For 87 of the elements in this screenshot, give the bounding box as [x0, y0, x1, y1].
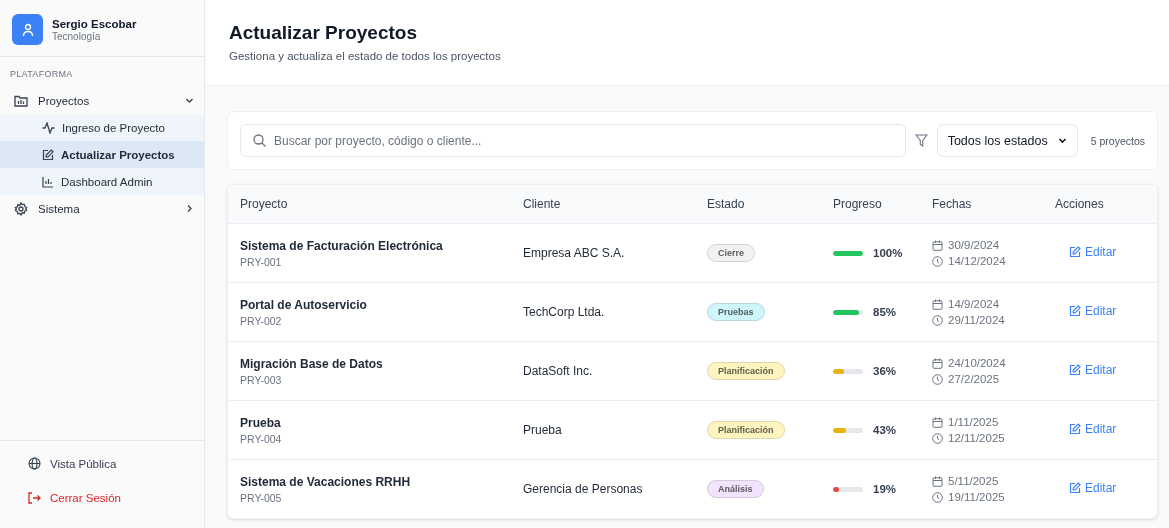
project-name: Migración Base de Datos	[240, 356, 384, 371]
project-count: 5 proyectos	[1090, 134, 1145, 147]
chevron-down-icon	[1057, 136, 1067, 145]
section-label: PLATAFORMA	[9, 68, 74, 81]
project-name: Sistema de Facturación Electrónica	[240, 238, 444, 253]
edit-link[interactable]: Editar	[1069, 481, 1117, 495]
edit-link[interactable]: Editar	[1069, 422, 1117, 436]
calendar-icon	[932, 475, 943, 487]
client-name: Prueba	[523, 423, 563, 437]
start-date: 30/9/2024	[948, 239, 1000, 251]
settings-icon	[14, 201, 28, 216]
status-badge: Planificación	[707, 421, 785, 439]
bar-chart-icon	[42, 175, 54, 188]
progress-value: 100%	[873, 247, 903, 259]
edit-link[interactable]: Editar	[1069, 363, 1117, 377]
column-header: Fechas	[932, 197, 973, 211]
column-header: Acciones	[1055, 197, 1105, 211]
clock-icon	[932, 432, 943, 444]
status-badge: Pruebas	[707, 303, 765, 321]
end-date: 27/2/2025	[948, 373, 1000, 385]
user-icon	[21, 22, 34, 37]
column-header: Proyecto	[240, 197, 289, 211]
progress-value: 43%	[873, 424, 897, 436]
folder-icon	[14, 94, 28, 107]
sidebar-subitem[interactable]: Actualizar Proyectos	[0, 141, 204, 168]
sidebar-subitem[interactable]: Ingreso de Proyecto	[0, 114, 204, 141]
edit-icon	[42, 148, 54, 161]
client-name: Gerencia de Personas	[523, 482, 644, 496]
edit-icon	[1069, 246, 1081, 258]
user-role: Tecnología	[52, 30, 102, 42]
filter-icon	[914, 134, 928, 147]
user-name: Sergio Escobar	[52, 17, 137, 30]
end-date: 14/12/2024	[948, 255, 1006, 267]
edit-link[interactable]: Editar	[1069, 245, 1117, 259]
status-badge: Cierre	[707, 244, 755, 262]
start-date: 5/11/2025	[948, 475, 999, 487]
client-name: TechCorp Ltda.	[523, 305, 606, 319]
start-date: 24/10/2024	[948, 357, 1006, 369]
clock-icon	[932, 491, 943, 503]
project-code: PRY-002	[240, 314, 283, 327]
column-header: Estado	[707, 197, 746, 211]
project-name: Portal de Autoservicio	[240, 297, 368, 312]
logout-link[interactable]: Cerrar Sesión	[0, 492, 204, 504]
pulse-icon	[42, 121, 55, 134]
project-code: PRY-003	[240, 373, 283, 386]
project-name: Prueba	[240, 415, 282, 430]
client-name: DataSoft Inc.	[523, 364, 594, 378]
project-code: PRY-005	[240, 491, 283, 504]
logout-icon	[28, 492, 41, 504]
edit-icon	[1069, 423, 1081, 435]
project-name: Sistema de Vacaciones RRHH	[240, 474, 412, 489]
clock-icon	[932, 314, 943, 326]
edit-icon	[1069, 482, 1081, 494]
calendar-icon	[932, 239, 943, 251]
clock-icon	[932, 255, 943, 267]
clock-icon	[932, 373, 943, 385]
project-code: PRY-004	[240, 432, 283, 445]
public-view-link[interactable]: Vista Pública	[0, 457, 204, 470]
search-field[interactable]: Buscar por proyecto, código o cliente...	[240, 124, 906, 157]
edit-icon	[1069, 305, 1081, 317]
page-title: Actualizar Proyectos	[229, 22, 418, 44]
status-dropdown[interactable]: Todos los estados	[936, 124, 1078, 157]
page-subtitle: Gestiona y actualiza el estado de todos los proyectos	[229, 50, 502, 62]
client-name: Empresa ABC S.A.	[523, 246, 626, 260]
search-icon	[253, 134, 266, 147]
sidebar-item[interactable]: Proyectos	[0, 87, 204, 114]
project-code: PRY-001	[240, 255, 283, 268]
progress-value: 85%	[873, 306, 897, 318]
status-badge: Análisis	[707, 480, 764, 498]
start-date: 14/9/2024	[948, 298, 1000, 310]
end-date: 29/11/2024	[948, 314, 1005, 326]
progress-value: 36%	[873, 365, 897, 377]
sidebar-subitem[interactable]: Dashboard Admin	[0, 168, 204, 195]
calendar-icon	[932, 298, 943, 310]
sidebar-item[interactable]: Sistema	[0, 195, 204, 222]
calendar-icon	[932, 416, 943, 428]
end-date: 12/11/2025	[948, 432, 1005, 444]
edit-link[interactable]: Editar	[1069, 304, 1117, 318]
column-header: Cliente	[523, 197, 562, 211]
status-badge: Planificación	[707, 362, 785, 380]
end-date: 19/11/2025	[948, 491, 1005, 503]
column-header: Progreso	[833, 197, 883, 211]
globe-icon	[28, 457, 41, 470]
edit-icon	[1069, 364, 1081, 376]
calendar-icon	[932, 357, 943, 369]
progress-value: 19%	[873, 483, 897, 495]
start-date: 1/11/2025	[948, 416, 999, 428]
